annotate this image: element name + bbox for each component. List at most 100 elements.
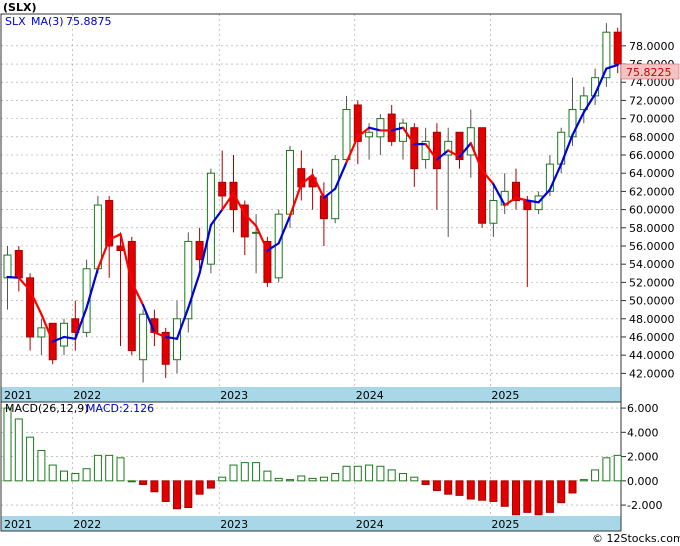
macd-histogram (3, 407, 622, 516)
candle (444, 127, 453, 237)
price-y-tick-label: 66.0000 (629, 149, 675, 162)
macd-bar-positive (579, 479, 588, 482)
candle-body-up (365, 131, 374, 138)
candle (455, 131, 464, 169)
candle (139, 309, 148, 383)
candle (342, 95, 351, 165)
candle-body-up (376, 118, 385, 138)
macd-bar-positive (410, 476, 419, 482)
macd-bar-positive (60, 470, 68, 482)
legend-ma-label: MA(3) (31, 15, 64, 28)
macd-x-tick-label: 2025 (491, 518, 519, 531)
ma3-segment (6, 275, 20, 279)
candle-body-up (37, 327, 46, 338)
candle (410, 123, 419, 187)
macd-bar-positive (399, 473, 407, 482)
macd-bar-positive (116, 457, 125, 482)
candle (376, 114, 385, 156)
candle (14, 245, 23, 292)
macd-bar-positive (591, 469, 600, 482)
macd-bar-negative (139, 480, 148, 485)
macd-bar-negative (489, 480, 498, 502)
candle (353, 100, 362, 165)
macd-bar-negative (206, 480, 215, 489)
macd-label: MACD(26,12,9) (5, 402, 89, 415)
candle (387, 104, 396, 146)
chart-title: (SLX) (3, 1, 36, 14)
macd-y-tick-label: 2.000 (627, 451, 659, 464)
candle (48, 322, 57, 365)
macd-bar-negative (455, 480, 464, 496)
macd-x-tick-label: 2024 (356, 518, 384, 531)
macd-x-tick-label: 2023 (220, 518, 248, 531)
macd-bar-positive (263, 470, 272, 482)
price-x-tick-label: 2025 (491, 389, 519, 402)
macd-bar-positive (602, 457, 611, 482)
candle (512, 168, 520, 210)
macd-bar-negative (444, 480, 453, 495)
price-y-tick-label: 56.0000 (629, 240, 675, 253)
macd-bar-negative (150, 480, 159, 493)
candle-body-down (387, 113, 396, 142)
macd-bar-negative (478, 480, 487, 501)
macd-bar-positive (365, 464, 374, 482)
macd-bar-positive (105, 454, 114, 482)
candle (602, 23, 611, 87)
candle-body-down (218, 181, 227, 197)
candle (218, 150, 227, 210)
price-y-tick-label: 46.0000 (629, 331, 675, 344)
candle-body-up (206, 172, 215, 265)
macd-y-tick-label: -2.000 (627, 499, 662, 512)
macd-y-tick-label: 0.000 (627, 475, 659, 488)
macd-bar-negative (512, 480, 520, 516)
candle (500, 173, 509, 215)
price-y-tick-label: 50.0000 (629, 295, 675, 308)
candle-body-down (127, 240, 136, 352)
legend-ma-value: 75.8875 (66, 15, 112, 28)
candle (105, 195, 114, 278)
macd-bar-positive (613, 454, 622, 482)
price-x-tick-label: 2022 (73, 389, 101, 402)
last-price-value: 75.8225 (626, 66, 672, 79)
macd-bar-positive (353, 465, 362, 482)
price-y-tick-label: 54.0000 (629, 258, 675, 271)
macd-bar-positive (3, 407, 12, 482)
candle (399, 118, 407, 160)
ma3-segment (255, 224, 269, 252)
macd-bar-positive (331, 473, 340, 482)
candle (37, 318, 46, 356)
macd-bar-positive (218, 476, 227, 482)
price-y-tick-label: 42.0000 (629, 367, 675, 380)
price-y-tick-label: 44.0000 (629, 349, 675, 362)
macd-bar-positive (71, 473, 80, 482)
price-y-tick-label: 78.0000 (629, 40, 675, 53)
price-x-tick-label: 2021 (4, 389, 32, 402)
candle-body-up (93, 204, 102, 270)
candle (523, 195, 532, 287)
macd-bar-negative (173, 480, 181, 510)
candle (71, 300, 80, 351)
stock-chart: 42.0000 44.0000 46.0000 48.0000 50.0000 52.00… (0, 1, 680, 545)
candle-body-down (319, 195, 328, 220)
candle-body-up (60, 322, 68, 347)
macd-y-tick-label: 6.000 (627, 402, 659, 415)
candle-body-up (139, 313, 148, 361)
candle-body-down (14, 250, 23, 279)
price-y-tick-label: 68.0000 (629, 131, 675, 144)
candle (26, 273, 35, 351)
watermark: © 12Stocks.com (592, 532, 680, 545)
candle-body-down (410, 127, 419, 170)
macd-bar-positive (274, 477, 283, 482)
macd-bar-negative (184, 480, 193, 509)
candle-body-up (3, 254, 12, 279)
candle-body-up (342, 109, 351, 161)
macd-bar-positive (376, 465, 385, 482)
macd-bar-positive (252, 462, 261, 482)
macd-y-tick-label: 4.000 (627, 426, 659, 439)
price-y-axis: 42.0000 44.0000 46.0000 48.0000 50.0000 52.00… (621, 40, 675, 380)
macd-bar-positive (387, 469, 396, 482)
price-y-tick-label: 64.0000 (629, 167, 675, 180)
macd-y-axis: -2.000 0.000 2.000 4.000 6.000 (621, 402, 662, 512)
price-y-tick-label: 70.0000 (629, 113, 675, 126)
price-y-tick-label: 60.0000 (629, 204, 675, 217)
